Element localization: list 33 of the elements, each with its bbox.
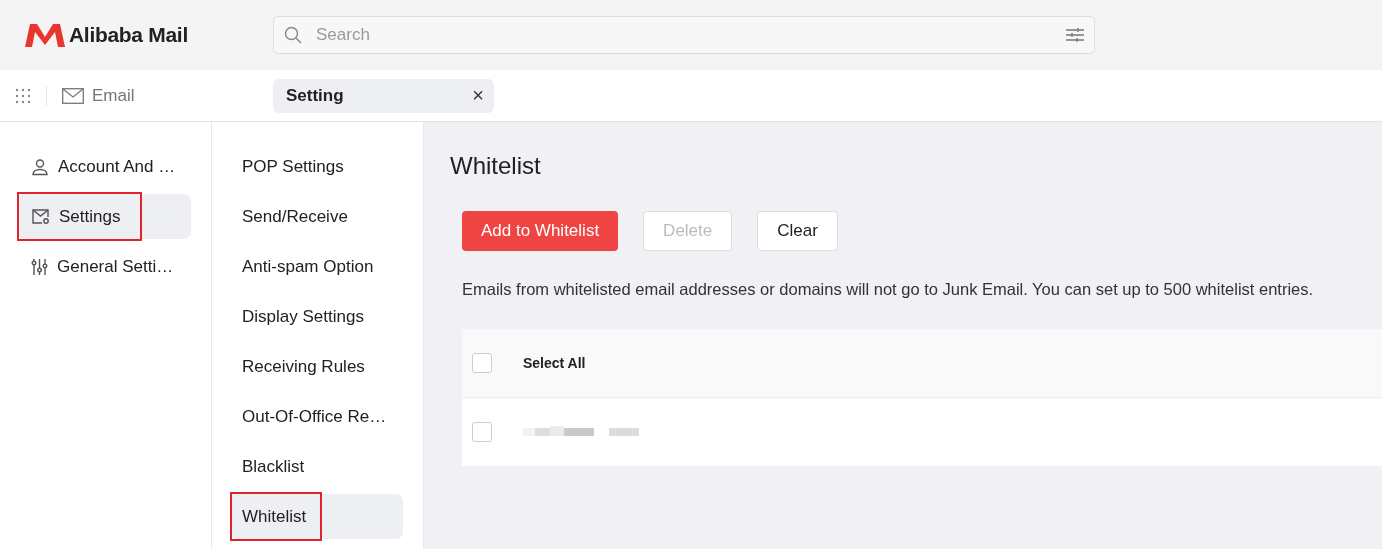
logo-icon xyxy=(25,22,65,48)
search-input[interactable]: Search xyxy=(314,24,1054,46)
email-link[interactable]: Email xyxy=(62,85,273,106)
logo-text: Alibaba Mail xyxy=(69,23,188,47)
sliders-icon xyxy=(31,257,48,276)
sidebar-item[interactable]: Account And … xyxy=(17,144,191,189)
close-button[interactable]: × xyxy=(472,84,484,107)
submenu-item[interactable]: POP Settings xyxy=(230,144,403,189)
submenu-item[interactable]: Send/Receive xyxy=(230,194,403,239)
description-text: Emails from whitelisted email addresses or domains will not go to Junk Email. You can set up to 500 whitelist entries. xyxy=(462,280,1315,299)
page-title: Whitelist xyxy=(450,152,542,180)
add-button[interactable]: Add to Whitelist xyxy=(462,211,619,251)
apps-grid-icon[interactable] xyxy=(15,87,31,104)
sidebar-item[interactable]: General Setti… xyxy=(17,244,191,289)
select-all-label: Select All xyxy=(523,355,586,371)
search-bar[interactable]: Search xyxy=(273,16,1095,54)
action-button[interactable]: Clear xyxy=(757,211,838,251)
checkbox[interactable] xyxy=(472,422,492,442)
tab-label: Setting xyxy=(286,85,344,106)
sidebar-item[interactable]: Settings xyxy=(17,194,191,239)
settings-tab[interactable]: Setting × xyxy=(273,78,494,113)
submenu-item[interactable]: Display Settings xyxy=(230,294,403,339)
filter-icon[interactable] xyxy=(1066,27,1084,43)
submenu-item[interactable]: Receiving Rules xyxy=(230,344,403,389)
submenu-item[interactable]: Anti-spam Option xyxy=(230,244,403,289)
submenu-item[interactable]: Out-Of-Office Re… xyxy=(230,394,403,439)
user-icon xyxy=(31,157,49,176)
search-icon xyxy=(284,26,302,44)
mail-gear-icon xyxy=(31,208,50,225)
submenu-item[interactable]: Whitelist xyxy=(230,494,403,539)
checkbox[interactable] xyxy=(472,353,492,373)
submenu-item[interactable]: Blacklist xyxy=(230,444,403,489)
envelope-icon xyxy=(62,87,84,104)
